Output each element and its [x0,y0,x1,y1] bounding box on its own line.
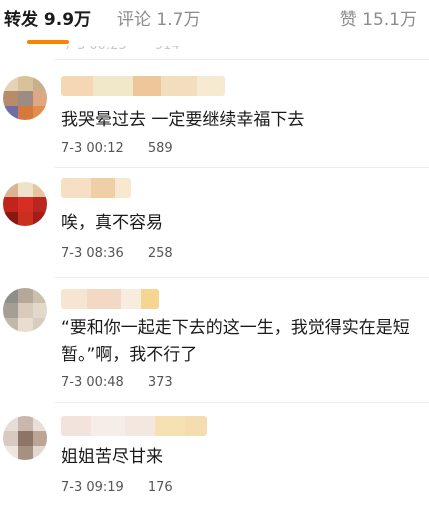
tab-repost[interactable]: 转发 9.9万 [4,9,91,31]
tab-like[interactable]: 赞 15.1万 [340,9,417,31]
username[interactable] [61,76,225,96]
avatar[interactable] [3,76,47,120]
comment-text: “要和你一起走下去的这一生，我觉得实在是短暂。”啊，我不行了 [61,318,410,365]
comment-time: 7-3 08:36 [61,246,124,261]
comment-time: 7-3 00:48 [61,375,124,390]
tab-comment[interactable]: 评论 1.7万 [117,9,200,31]
avatar[interactable] [3,416,47,460]
comment-like-count[interactable]: 176 [148,480,173,495]
comment-text: 我哭晕过去 一定要继续幸福下去 [61,110,305,130]
comment-item[interactable]: 唉，真不容易 7-3 08:36 258 [0,172,429,277]
username[interactable] [61,416,207,436]
avatar[interactable] [3,288,47,332]
comment-like-count[interactable]: 373 [148,375,173,390]
comment-meta: 7-3 09:19 176 [61,480,173,495]
divider [55,167,429,168]
comment-like-count[interactable]: 258 [148,246,173,261]
comment-like-count[interactable]: 589 [148,141,173,156]
comment-item[interactable]: 姐姐苦尽甘来 7-3 09:19 176 [0,410,429,514]
comment-text: 姐姐苦尽甘来 [61,447,163,467]
comment-meta: 7-3 00:12 589 [61,141,173,156]
username[interactable] [61,178,131,198]
comment-meta: 7-3 00:48 373 [61,375,173,390]
avatar[interactable] [3,182,47,226]
comment-time: 7-3 09:19 [61,480,124,495]
comment-time: 7-3 00:12 [61,141,124,156]
active-tab-indicator [27,40,69,44]
comment-item[interactable]: 我哭晕过去 一定要继续幸福下去 7-3 00:12 589 [0,70,429,165]
comment-item[interactable]: “要和你一起走下去的这一生，我觉得实在是短暂。”啊，我不行了 7-3 00:48… [0,283,429,401]
divider [55,277,429,278]
divider [55,402,429,403]
divider [55,59,429,60]
username[interactable] [61,289,159,309]
tab-bar: 转发 9.9万 评论 1.7万 赞 15.1万 [0,0,429,46]
comment-meta: 7-3 08:36 258 [61,246,173,261]
comment-text: 唉，真不容易 [61,213,163,233]
